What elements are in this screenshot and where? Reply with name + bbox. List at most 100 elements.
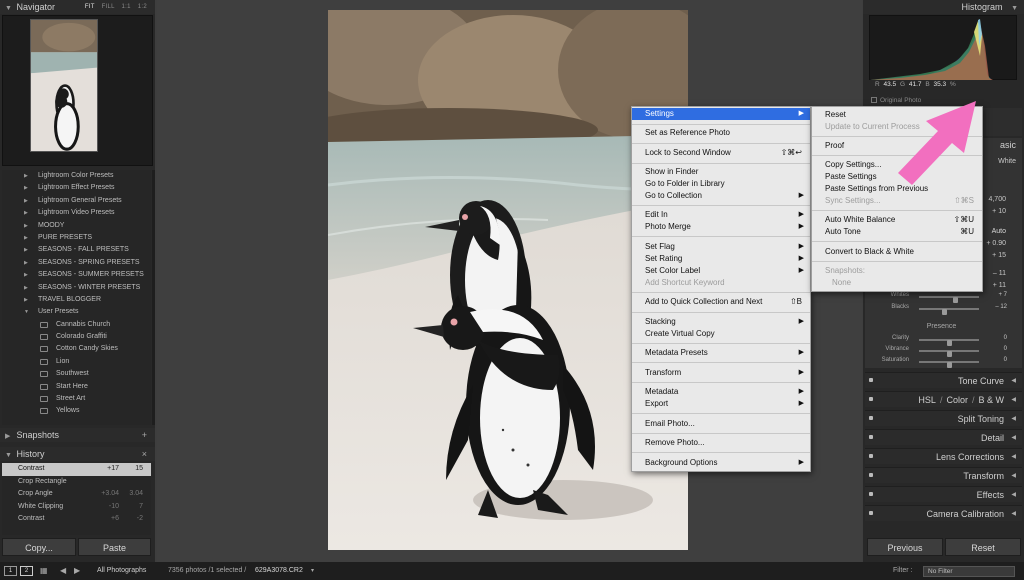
wb-preset-label[interactable]: White [998, 158, 1016, 165]
preset-item[interactable]: Cannabis Church [2, 319, 151, 331]
preset-folder[interactable]: ▶ Lightroom Effect Presets [2, 182, 151, 194]
menu-item-settings[interactable]: Settings ▶ [632, 108, 810, 120]
preset-folder[interactable]: ▶ SEASONS - FALL PRESETS [2, 244, 151, 256]
shadows-value[interactable]: + 11 [993, 282, 1006, 289]
saturation-slider[interactable]: Saturation 0 [869, 357, 1019, 368]
preset-folder[interactable]: ▶ SEASONS - SPRING PRESETS [2, 257, 151, 269]
preset-folder[interactable]: ▶ PURE PRESETS [2, 232, 151, 244]
clear-history-icon[interactable]: × [142, 447, 147, 461]
clarity-slider[interactable]: Clarity 0 [869, 335, 1019, 346]
submenu-item-auto-tone[interactable]: Auto Tone ⌘U [812, 226, 982, 238]
filename-label[interactable]: 629A3078.CR2 [255, 562, 303, 580]
menu-item-background-options[interactable]: Background Options ▶ [632, 457, 810, 469]
zoom-fill[interactable]: FILL [102, 4, 115, 10]
preset-folder[interactable]: ▶ Lightroom Color Presets [2, 170, 151, 182]
tone-curve-section[interactable]: Tone Curve ◀ [865, 372, 1022, 388]
back-arrow-icon[interactable]: ◀ [60, 562, 66, 580]
navigator-header[interactable]: ▼ Navigator FIT FILL 1:1 1:2 [0, 0, 155, 14]
preset-item[interactable]: Yellows [2, 405, 151, 417]
preset-folder[interactable]: ▶ TRAVEL BLOGGER [2, 294, 151, 306]
menu-item-export[interactable]: Export ▶ [632, 398, 810, 410]
histogram-graph[interactable] [869, 15, 1017, 80]
zoom-fit[interactable]: FIT [85, 4, 95, 10]
menu-item-go-to-folder-in-library[interactable]: Go to Folder in Library [632, 178, 810, 190]
menu-item-show-in-finder[interactable]: Show in Finder [632, 166, 810, 178]
split-toning-section[interactable]: Split Toning ◀ [865, 410, 1022, 426]
menu-item-photo-merge[interactable]: Photo Merge ▶ [632, 221, 810, 233]
slider-track[interactable] [919, 339, 979, 346]
menu-item-metadata-presets[interactable]: Metadata Presets ▶ [632, 347, 810, 359]
histogram-header[interactable]: Histogram ▼ [863, 0, 1024, 14]
hsl-section[interactable]: HSL / Color / B & W ◀ [865, 391, 1022, 407]
tint-value[interactable]: + 10 [992, 208, 1006, 215]
history-row[interactable]: Crop Rectangle [2, 476, 151, 489]
source-label[interactable]: All Photographs [97, 562, 146, 580]
submenu-item-convert-to-black-and-white[interactable]: Convert to Black & White [812, 246, 982, 258]
preset-folder[interactable]: ▶ Lightroom Video Presets [2, 207, 151, 219]
submenu-item-auto-white-balance[interactable]: Auto White Balance ⇧⌘U [812, 214, 982, 226]
menu-item-set-flag[interactable]: Set Flag ▶ [632, 241, 810, 253]
temp-value[interactable]: 4,700 [988, 196, 1006, 203]
menu-item-lock-to-second-window[interactable]: Lock to Second Window ⇧⌘↩ [632, 147, 810, 159]
menu-item-edit-in[interactable]: Edit In ▶ [632, 209, 810, 221]
history-row[interactable]: White Clipping -10 7 [2, 501, 151, 514]
menu-item-stacking[interactable]: Stacking ▶ [632, 316, 810, 328]
add-snapshot-icon[interactable]: + [142, 428, 147, 442]
filename-dropdown-icon[interactable]: ▾ [311, 562, 314, 580]
contrast-value[interactable]: + 15 [992, 252, 1006, 259]
slider-knob[interactable] [946, 362, 952, 368]
second-window-monitor-icon[interactable]: 2 [20, 566, 33, 576]
vibrance-slider[interactable]: Vibrance 0 [869, 346, 1019, 357]
preset-folder[interactable]: ▶ Lightroom General Presets [2, 195, 151, 207]
snapshots-header[interactable]: ▶ Snapshots + [0, 428, 155, 442]
menu-item-add-to-quick-collection-and-next[interactable]: Add to Quick Collection and Next ⇧B [632, 296, 810, 308]
slider-track[interactable] [919, 361, 979, 368]
menu-item-transform[interactable]: Transform ▶ [632, 367, 810, 379]
history-row[interactable]: Crop Angle +3.04 3.04 [2, 488, 151, 501]
menu-item-email-photo[interactable]: Email Photo... [632, 418, 810, 430]
highlights-value[interactable]: – 11 [993, 270, 1006, 277]
paste-button[interactable]: Paste [78, 538, 151, 556]
preset-item[interactable]: Cotton Candy Skies [2, 343, 151, 355]
blacks-slider[interactable]: Blacks – 12 [869, 304, 1019, 315]
preset-folder[interactable]: ▶ SEASONS - SUMMER PRESETS [2, 269, 151, 281]
main-window-monitor-icon[interactable]: 1 [4, 566, 17, 576]
whites-slider[interactable]: Whites + 7 [869, 292, 1019, 303]
detail-section[interactable]: Detail ◀ [865, 429, 1022, 445]
preset-item[interactable]: Southwest [2, 368, 151, 380]
preset-item[interactable]: Colorado Graffiti [2, 331, 151, 343]
preset-item[interactable]: Lion [2, 356, 151, 368]
history-row[interactable]: Contrast +6 -2 [2, 513, 151, 526]
slider-track[interactable] [919, 308, 979, 315]
auto-tone-button[interactable]: Auto [992, 228, 1006, 235]
preset-folder-user-presets[interactable]: ▼ User Presets [2, 306, 151, 318]
exposure-value[interactable]: + 0.90 [986, 240, 1006, 247]
transform-section[interactable]: Transform ◀ [865, 467, 1022, 483]
preset-item[interactable]: Street Art [2, 393, 151, 405]
menu-item-set-rating[interactable]: Set Rating ▶ [632, 253, 810, 265]
grid-view-icon[interactable]: ▦ [40, 562, 48, 580]
slider-knob[interactable] [942, 309, 948, 315]
navigator-preview[interactable] [2, 15, 153, 166]
camera-calibration-section[interactable]: Camera Calibration ◀ [865, 505, 1022, 521]
history-header[interactable]: ▼ History × [0, 447, 155, 461]
menu-item-go-to-collection[interactable]: Go to Collection ▶ [632, 190, 810, 202]
reset-button[interactable]: Reset [945, 538, 1021, 556]
filter-select[interactable]: No Filter [923, 566, 1015, 577]
slider-knob[interactable] [953, 297, 959, 303]
zoom-1-1[interactable]: 1:1 [122, 4, 131, 10]
presets-scrollbar[interactable] [152, 170, 155, 425]
preset-folder[interactable]: ▶ SEASONS - WINTER PRESETS [2, 282, 151, 294]
copy-button[interactable]: Copy... [2, 538, 76, 556]
menu-item-create-virtual-copy[interactable]: Create Virtual Copy [632, 328, 810, 340]
menu-item-set-color-label[interactable]: Set Color Label ▶ [632, 265, 810, 277]
effects-section[interactable]: Effects ◀ [865, 486, 1022, 502]
previous-button[interactable]: Previous [867, 538, 943, 556]
menu-item-remove-photo[interactable]: Remove Photo... [632, 437, 810, 449]
zoom-1-2[interactable]: 1:2 [138, 4, 147, 10]
history-row[interactable]: Contrast +17 15 [2, 463, 151, 476]
menu-item-set-as-reference-photo[interactable]: Set as Reference Photo [632, 127, 810, 139]
forward-arrow-icon[interactable]: ▶ [74, 562, 80, 580]
slider-track[interactable] [919, 296, 979, 303]
lens-corrections-section[interactable]: Lens Corrections ◀ [865, 448, 1022, 464]
